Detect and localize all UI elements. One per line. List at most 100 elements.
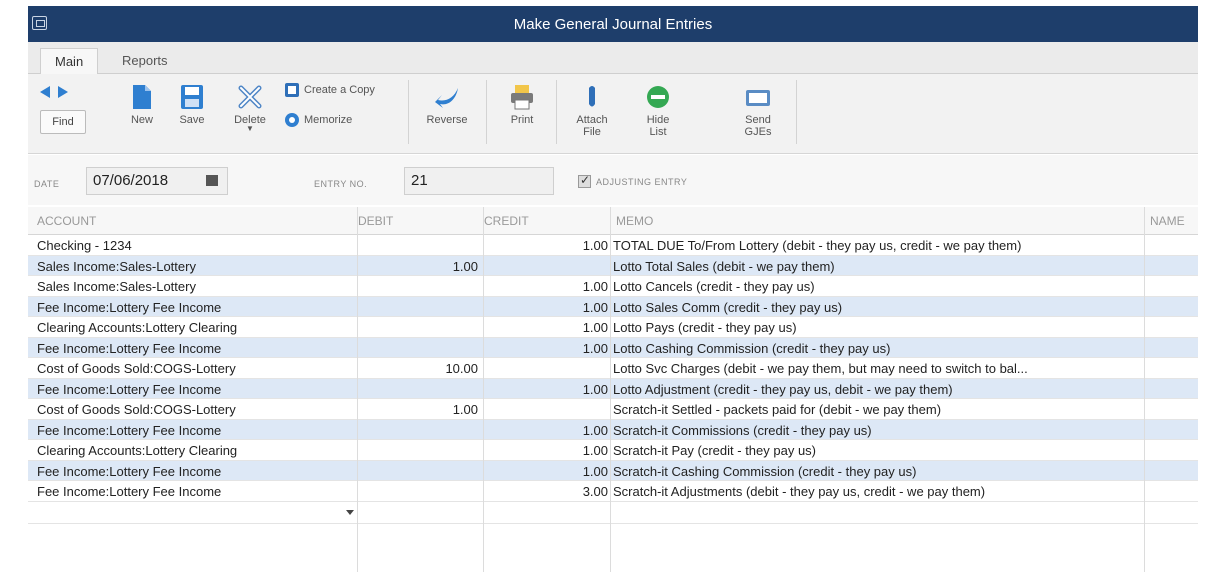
row-memo: Scratch-it Cashing Commission (credit - … [613, 463, 917, 479]
row-credit: 1.00 [582, 340, 608, 356]
new-document-icon [133, 85, 151, 109]
row-credit: 1.00 [582, 238, 608, 253]
row-account: Checking - 1234 [37, 238, 132, 253]
hide-label-line1: Hide [646, 114, 670, 126]
column-header-memo[interactable]: MEMO [616, 214, 653, 228]
column-divider [357, 207, 358, 572]
row-account: Sales Income:Sales-Lottery [37, 258, 196, 274]
row-account: Fee Income:Lottery Fee Income [37, 340, 222, 356]
row-credit: 1.00 [582, 422, 608, 438]
paperclip-icon [589, 86, 595, 107]
calendar-icon[interactable] [206, 175, 218, 186]
table-row[interactable]: Clearing Accounts:Lottery Clearing 1.00 … [28, 440, 1198, 461]
row-memo: Lotto Cancels (credit - they pay us) [613, 279, 815, 294]
toolbar-separator [486, 80, 487, 144]
table-row[interactable]: Sales Income:Sales-Lottery 1.00 Lotto To… [28, 255, 1198, 276]
table-row[interactable]: Fee Income:Lottery Fee Income 1.00 Lotto… [28, 337, 1198, 358]
column-header-account[interactable]: ACCOUNT [37, 214, 96, 228]
reverse-button[interactable]: Reverse [422, 84, 472, 126]
attach-file-button[interactable]: Attach File [570, 84, 614, 138]
column-header-credit[interactable]: CREDIT [484, 214, 529, 228]
row-debit: 1.00 [452, 402, 478, 417]
attach-label-line1: Attach [576, 114, 608, 126]
table-row[interactable]: Clearing Accounts:Lottery Clearing 1.00 … [28, 317, 1198, 338]
row-memo: Scratch-it Pay (credit - they pay us) [613, 443, 817, 458]
row-memo: Lotto Total Sales (debit - we pay them) [613, 258, 835, 274]
row-account: Clearing Accounts:Lottery Clearing [37, 320, 238, 335]
journal-grid: ACCOUNT DEBIT CREDIT MEMO NAME Checking … [28, 207, 1198, 524]
row-account: Cost of Goods Sold:COGS-Lottery [37, 402, 236, 417]
row-account: Clearing Accounts:Lottery Clearing [37, 443, 238, 458]
table-row[interactable]: Cost of Goods Sold:COGS-Lottery 10.00 Lo… [28, 358, 1198, 379]
tab-reports[interactable]: Reports [108, 48, 182, 74]
send-gjes-button[interactable]: Send GJEs [736, 84, 780, 138]
memorize-label: Memorize [304, 114, 353, 126]
row-account: Fee Income:Lottery Fee Income [37, 299, 222, 315]
column-header-debit[interactable]: DEBIT [358, 214, 393, 228]
next-arrow-icon[interactable] [57, 86, 68, 98]
table-row[interactable]: Fee Income:Lottery Fee Income 1.00 Scrat… [28, 419, 1198, 440]
print-button[interactable]: Print [502, 84, 542, 126]
new-button[interactable]: New [122, 84, 162, 126]
memorize-icon [285, 113, 299, 127]
row-account: Fee Income:Lottery Fee Income [37, 484, 222, 499]
tab-main[interactable]: Main [40, 48, 99, 74]
printer-icon [511, 85, 533, 110]
row-credit: 1.00 [582, 443, 608, 458]
row-memo: Scratch-it Settled - packets paid for (d… [613, 402, 942, 417]
row-memo: Lotto Svc Charges (debit - we pay them, … [613, 361, 1028, 376]
table-row[interactable]: Cost of Goods Sold:COGS-Lottery 1.00 Scr… [28, 399, 1198, 420]
entry-no-field[interactable]: 21 [404, 167, 554, 195]
hide-list-button[interactable]: Hide List [638, 84, 678, 138]
grid-header: ACCOUNT DEBIT CREDIT MEMO NAME [28, 207, 1198, 235]
column-header-name[interactable]: NAME [1150, 214, 1185, 228]
row-memo: Lotto Cashing Commission (credit - they … [613, 340, 891, 356]
row-memo: Lotto Pays (credit - they pay us) [613, 320, 797, 335]
row-credit: 1.00 [582, 463, 608, 479]
save-button[interactable]: Save [172, 84, 212, 126]
entry-no-value: 21 [411, 172, 428, 189]
row-account: Fee Income:Lottery Fee Income [37, 422, 222, 438]
memorize-button[interactable]: Memorize [284, 112, 352, 128]
column-divider [483, 207, 484, 572]
table-row[interactable]: Fee Income:Lottery Fee Income 1.00 Scrat… [28, 460, 1198, 481]
row-debit: 10.00 [445, 361, 478, 376]
column-divider [1144, 207, 1145, 572]
new-button-label: New [130, 114, 153, 126]
row-account: Fee Income:Lottery Fee Income [37, 381, 222, 397]
nav-arrows [40, 86, 72, 101]
create-copy-label: Create a Copy [304, 84, 375, 96]
window-title-bar: Make General Journal Entries [28, 6, 1198, 42]
reverse-button-label: Reverse [426, 114, 468, 126]
row-account: Fee Income:Lottery Fee Income [37, 463, 222, 479]
table-row[interactable]: Checking - 1234 1.00 TOTAL DUE To/From L… [28, 235, 1198, 256]
window-title: Make General Journal Entries [513, 16, 713, 33]
delete-dropdown-icon[interactable]: ▼ [226, 125, 274, 133]
delete-button[interactable]: Delete ▼ [226, 84, 274, 133]
row-credit: 3.00 [582, 484, 608, 499]
find-button[interactable]: Find [40, 110, 86, 134]
hide-label-line2: List [649, 126, 667, 138]
table-row[interactable]: Fee Income:Lottery Fee Income 1.00 Lotto… [28, 378, 1198, 399]
save-button-label: Save [179, 114, 205, 126]
send-label-line2: GJEs [744, 126, 772, 138]
adjusting-entry-checkbox[interactable] [578, 173, 591, 188]
table-row[interactable]: Sales Income:Sales-Lottery 1.00 Lotto Ca… [28, 276, 1198, 297]
row-account: Cost of Goods Sold:COGS-Lottery [37, 361, 236, 376]
create-copy-button[interactable]: Create a Copy [284, 82, 375, 98]
row-account: Sales Income:Sales-Lottery [37, 279, 196, 294]
new-entry-row[interactable] [28, 502, 1198, 524]
table-row[interactable]: Fee Income:Lottery Fee Income 3.00 Scrat… [28, 481, 1198, 502]
toolbar: Find New Save Delete ▼ Create a Copy Mem… [28, 74, 1198, 154]
row-memo: Scratch-it Commissions (credit - they pa… [613, 422, 872, 438]
entry-header: DATE 07/06/2018 ENTRY NO. 21 ADJUSTING E… [28, 155, 1198, 205]
account-dropdown-icon[interactable] [346, 509, 354, 515]
row-credit: 1.00 [582, 279, 608, 294]
date-label: DATE [34, 179, 60, 189]
table-row[interactable]: Fee Income:Lottery Fee Income 1.00 Lotto… [28, 296, 1198, 317]
adjusting-entry-label: ADJUSTING ENTRY [596, 177, 688, 187]
previous-arrow-icon[interactable] [40, 86, 50, 98]
toolbar-separator [796, 80, 797, 144]
row-memo: Lotto Adjustment (credit - they pay us, … [613, 381, 953, 397]
row-credit: 1.00 [582, 320, 608, 335]
